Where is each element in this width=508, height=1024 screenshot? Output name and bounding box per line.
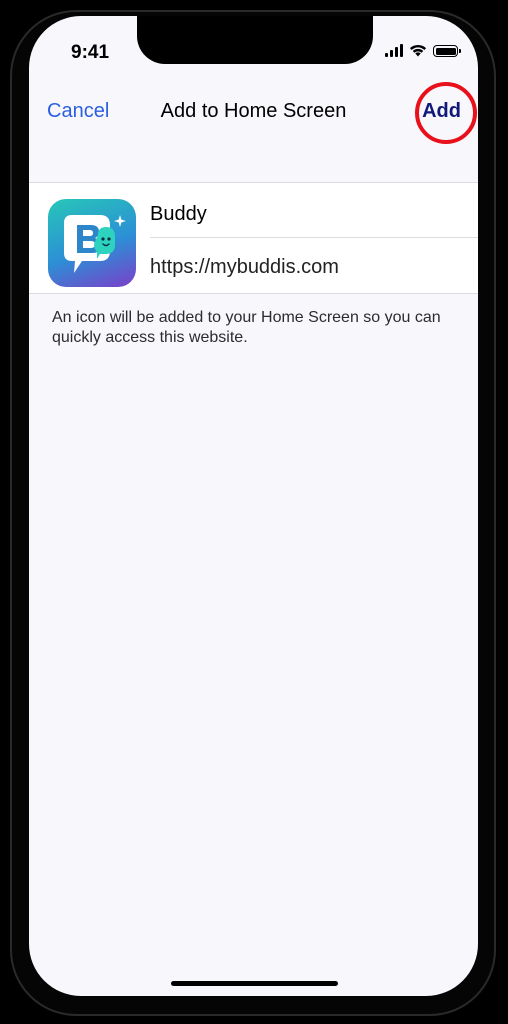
wifi-icon [410,44,426,57]
nav-bar: Cancel Add to Home Screen Add [29,92,478,136]
cellular-signal-icon [385,44,403,57]
buddy-app-icon [48,199,136,287]
add-to-home-form: Buddy https://mybuddis.com [29,182,478,294]
hint-text: An icon will be added to your Home Scree… [52,309,441,346]
notch [137,16,373,64]
status-icons [385,44,461,57]
buddy-logo-icon [64,215,126,273]
url-field: https://mybuddis.com [150,256,339,278]
screen: 9:41 Cancel Add to Home Screen Add Buddy… [29,16,478,996]
cancel-button[interactable]: Cancel [47,100,109,123]
add-button[interactable]: Add [422,100,461,123]
home-indicator[interactable] [171,981,338,986]
battery-icon [433,45,461,57]
app-name-field[interactable]: Buddy [150,183,478,238]
status-time: 9:41 [71,42,110,63]
